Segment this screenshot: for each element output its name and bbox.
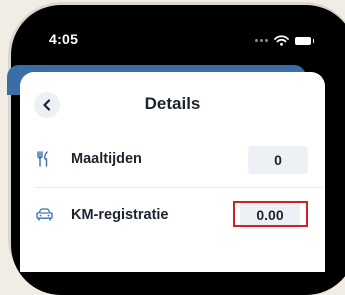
row-label-maaltijden: Maaltijden — [71, 151, 142, 167]
highlight-box — [233, 201, 308, 227]
status-time: 4:05 — [49, 31, 79, 47]
row-label-km-registratie: KM-registratie — [71, 207, 169, 223]
maaltijden-value-field[interactable]: 0 — [248, 146, 308, 174]
signal-dots-icon — [255, 39, 268, 42]
wifi-icon — [274, 35, 289, 46]
cutlery-icon — [37, 151, 48, 167]
battery-icon — [295, 36, 314, 45]
car-icon — [36, 208, 53, 221]
row-divider — [34, 187, 324, 188]
page-title: Details — [144, 94, 201, 113]
status-icons — [255, 35, 314, 46]
